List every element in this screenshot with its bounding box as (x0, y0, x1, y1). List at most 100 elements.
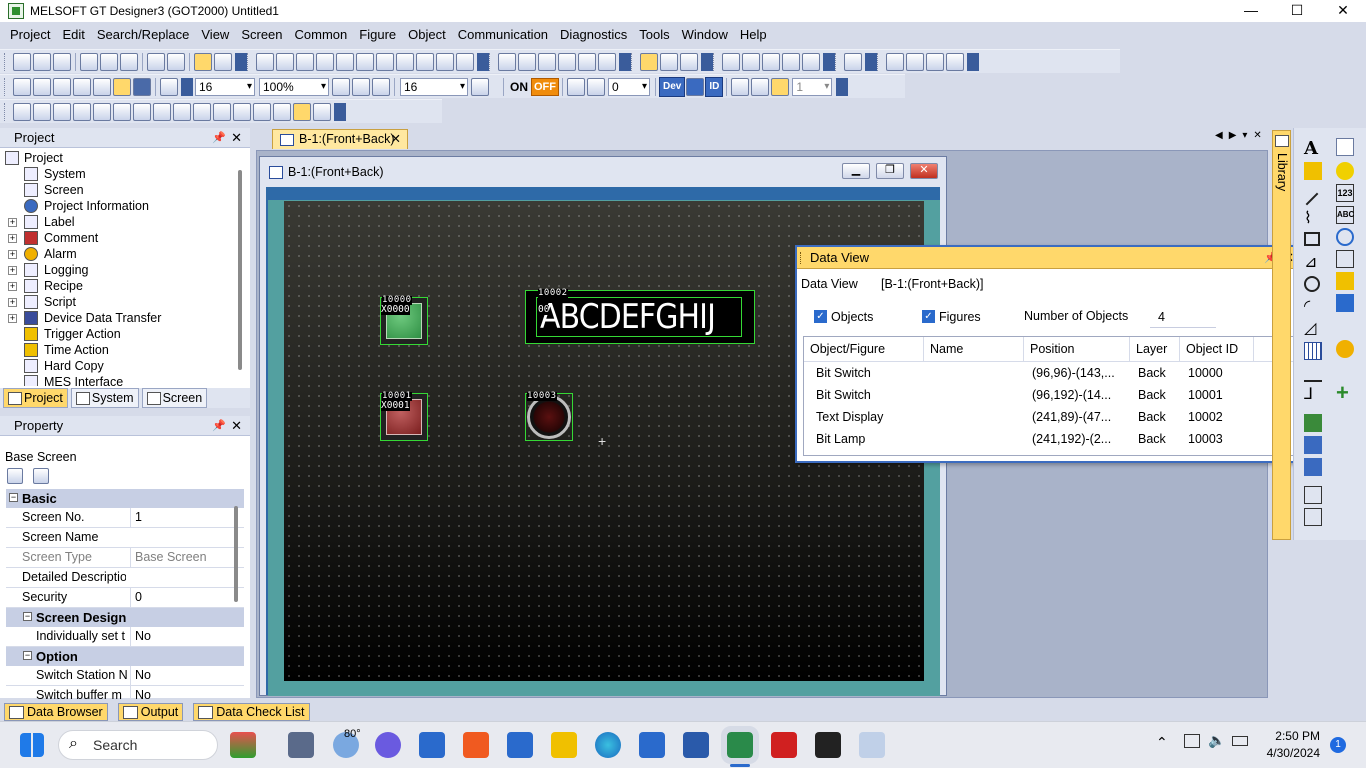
tab-screen[interactable]: Screen (141, 388, 208, 408)
toolbar-overflow[interactable] (334, 102, 346, 121)
notification-badge[interactable]: 1 (1330, 737, 1346, 753)
toolbar-overflow[interactable] (181, 77, 193, 96)
menu-view[interactable]: View (195, 24, 235, 46)
grid-select[interactable]: 16 (400, 77, 468, 96)
edit-shape-icon[interactable] (313, 102, 331, 121)
close-icon[interactable]: ✕ (231, 128, 242, 148)
id-button[interactable]: ID (705, 76, 724, 97)
open-icon[interactable] (33, 52, 51, 71)
lamp-object-icon[interactable] (1336, 138, 1354, 156)
category-option[interactable]: − Option (6, 647, 244, 666)
cut-icon[interactable] (80, 52, 98, 71)
gt-designer-taskbar-icon[interactable] (721, 726, 759, 764)
toolbar-overflow[interactable] (477, 52, 489, 71)
prop-switch-buffer[interactable]: Switch buffer m No (6, 686, 244, 700)
tree-item-mes-interface[interactable]: MES Interface (0, 374, 240, 386)
text-display-10002[interactable]: ABCDEFGHIJ 10002 00 (525, 289, 755, 344)
zoom-in-icon[interactable] (332, 77, 350, 96)
circle-tool-icon[interactable] (1304, 276, 1320, 292)
menu-project[interactable]: Project (4, 24, 56, 46)
tab-nav-icons[interactable]: ◀▶▾✕ (1215, 130, 1268, 141)
comment-tool-icon[interactable] (1304, 162, 1322, 180)
simulator-start-icon[interactable] (886, 52, 904, 71)
undo-icon[interactable] (147, 52, 165, 71)
category-basic[interactable]: − Basic (6, 489, 244, 508)
rotate-icon[interactable] (153, 102, 171, 121)
fit-icon[interactable] (518, 52, 536, 71)
polyline-tool-icon[interactable]: ⌇ (1304, 210, 1322, 228)
menu-common[interactable]: Common (289, 24, 354, 46)
device-list-icon[interactable] (376, 52, 394, 71)
align-icon[interactable] (53, 102, 71, 121)
toolbar-grip[interactable] (631, 52, 635, 71)
tree-item-trigger-action[interactable]: Trigger Action (0, 326, 240, 342)
back-arrow-icon[interactable] (73, 77, 91, 96)
step-select[interactable]: 0 (608, 77, 650, 96)
child-minimize-button[interactable]: ▁ (842, 163, 870, 179)
data-view-icon[interactable] (416, 52, 434, 71)
paste-icon[interactable] (120, 52, 138, 71)
tree-item-time-action[interactable]: Time Action (0, 342, 240, 358)
app-red-icon[interactable] (771, 732, 797, 758)
tab-output[interactable]: Output (117, 703, 184, 721)
data-list-icon[interactable] (356, 52, 374, 71)
taskbar-search-box[interactable]: ⌕ Search (58, 730, 218, 760)
toolbar-overflow[interactable] (967, 52, 979, 71)
festo-fluidsim-icon[interactable] (639, 732, 665, 758)
polygon-tool-icon[interactable]: ⊿ (1304, 254, 1322, 272)
expand-icon[interactable]: + (8, 218, 17, 227)
menu-screen[interactable]: Screen (235, 24, 288, 46)
expand-icon[interactable]: + (8, 266, 17, 275)
toolbar-grip[interactable] (489, 52, 493, 71)
prop-screen-name[interactable]: Screen Name (6, 528, 244, 548)
word-icon[interactable] (683, 732, 709, 758)
bulb-object-icon[interactable] (1336, 162, 1354, 180)
tree-item-system[interactable]: System (0, 166, 240, 182)
step-line-icon[interactable]: ⅃ (1304, 386, 1322, 404)
tree-item-script[interactable]: + Script (0, 294, 240, 310)
menu-edit[interactable]: Edit (56, 24, 90, 46)
toolbar-overflow[interactable] (823, 52, 835, 71)
arrow-right-icon[interactable] (587, 77, 605, 96)
tree-item-project[interactable]: Project (0, 150, 240, 166)
toolbar-grip[interactable] (4, 52, 8, 71)
clock-time[interactable]: 2:50 PM (1262, 729, 1320, 743)
figures-checkbox[interactable]: ✓ (922, 310, 935, 323)
expand-icon[interactable]: + (8, 282, 17, 291)
dxf-tool-icon[interactable] (1304, 458, 1322, 476)
bit-lamp-10003[interactable]: 10003 (525, 392, 573, 441)
copy-screen-icon[interactable] (296, 52, 314, 71)
column-name[interactable]: Name (924, 337, 1024, 361)
tree-item-screen[interactable]: Screen (0, 182, 240, 198)
arrange-icon[interactable] (498, 52, 516, 71)
numeric-display-icon[interactable]: 123 (1336, 184, 1354, 202)
tab-system[interactable]: System (70, 388, 139, 408)
child-restore-button[interactable]: ❐ (876, 163, 904, 179)
tab-data-check-list[interactable]: Data Check List (193, 703, 310, 721)
import-icon[interactable] (722, 52, 740, 71)
component-palette-icon[interactable] (1304, 508, 1322, 526)
menu-window[interactable]: Window (676, 24, 734, 46)
tree-item-label[interactable]: + Label (0, 214, 240, 230)
collapse-icon[interactable]: − (9, 493, 18, 502)
menu-tools[interactable]: Tools (633, 24, 675, 46)
order-back-icon[interactable] (113, 102, 131, 121)
menu-figure[interactable]: Figure (353, 24, 402, 46)
pin-icon[interactable]: 📌 (212, 416, 226, 436)
prop-security[interactable]: Security 0 (6, 588, 244, 608)
network-icon[interactable] (802, 52, 820, 71)
check-icon[interactable] (762, 52, 780, 71)
grid-dropdown[interactable] (492, 78, 500, 96)
table-tool-icon[interactable] (1304, 342, 1322, 360)
recipe-object-icon[interactable] (1336, 340, 1354, 358)
screen-link-icon[interactable] (456, 52, 474, 71)
font-settings-icon[interactable] (680, 52, 698, 71)
arc-tool-icon[interactable]: ◜ (1304, 298, 1322, 316)
parts-object-icon[interactable] (1336, 294, 1354, 312)
tree-item-alarm[interactable]: + Alarm (0, 246, 240, 262)
simulator-settings-icon[interactable] (926, 52, 944, 71)
help-icon[interactable] (214, 52, 232, 71)
library-icon[interactable] (578, 52, 596, 71)
tree-scrollbar[interactable] (238, 170, 242, 370)
add-object-icon[interactable]: + (1336, 382, 1354, 404)
